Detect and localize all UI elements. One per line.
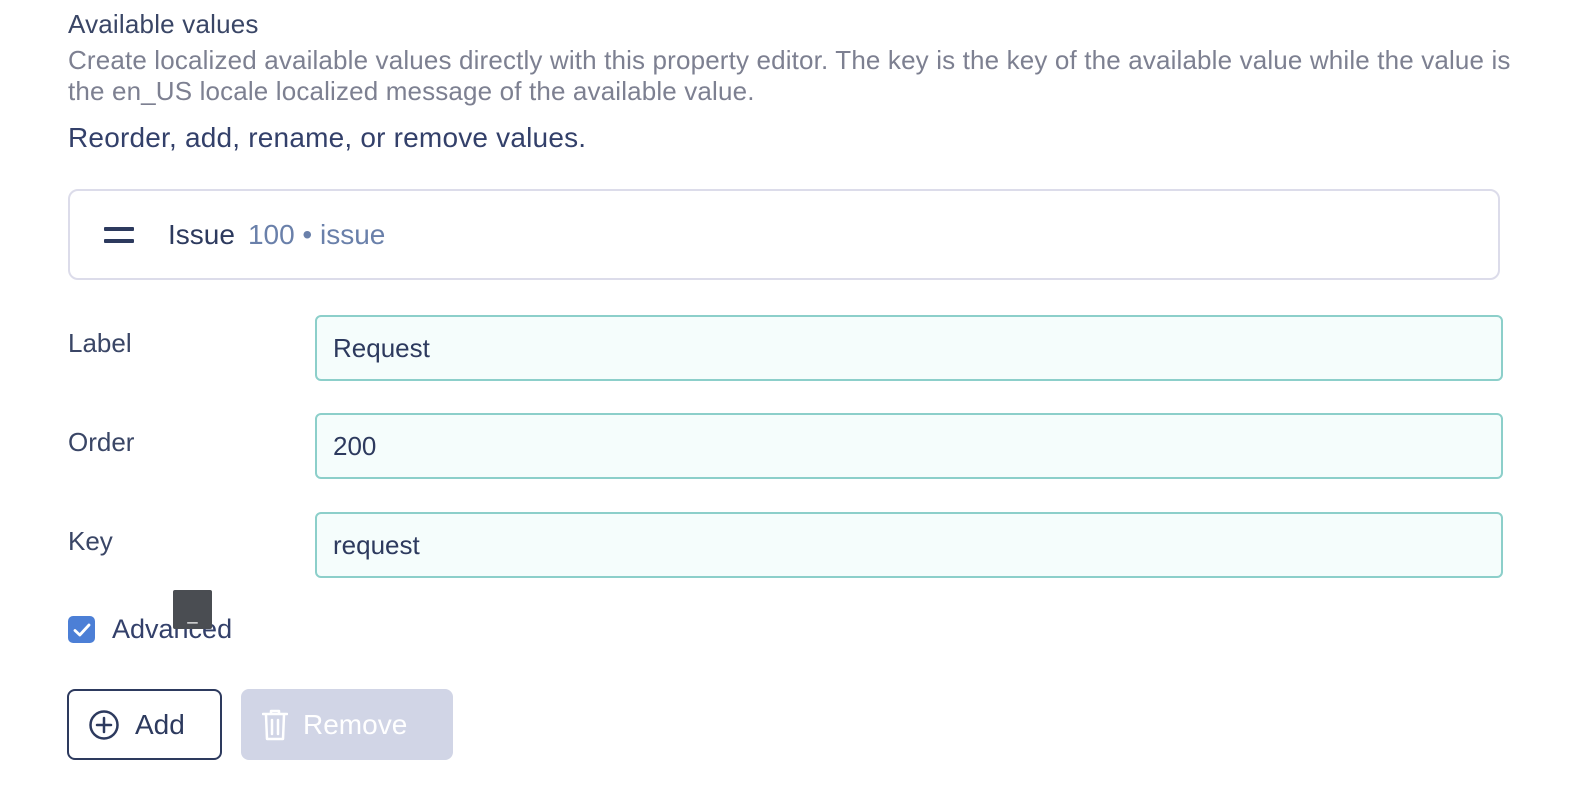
advanced-checkbox[interactable] <box>68 616 95 643</box>
value-item-label: Issue <box>168 218 235 250</box>
available-value-item[interactable]: Issue 100 • issue <box>68 189 1500 280</box>
plus-circle-icon <box>88 709 120 741</box>
section-title: Available values <box>68 9 259 39</box>
drag-handle-icon[interactable] <box>104 226 134 243</box>
key-input[interactable] <box>315 512 1503 578</box>
order-input[interactable] <box>315 413 1503 479</box>
checkmark-icon <box>73 623 90 636</box>
section-description: Create localized available values direct… <box>68 45 1511 106</box>
trash-icon <box>262 709 288 741</box>
remove-button-label: Remove <box>303 708 408 740</box>
available-values-editor: Available values Create localized availa… <box>0 0 1590 788</box>
label-field-label: Label <box>68 328 132 358</box>
add-button[interactable]: Add <box>67 689 222 760</box>
key-field-label: Key <box>68 526 113 556</box>
add-button-label: Add <box>135 708 185 740</box>
value-item-meta: 100 • issue <box>247 218 386 250</box>
tooltip-chip: _ <box>173 590 212 629</box>
order-field-label: Order <box>68 427 135 457</box>
label-input[interactable] <box>315 315 1503 381</box>
instructions-text: Reorder, add, rename, or remove values. <box>68 122 587 153</box>
remove-button[interactable]: Remove <box>241 689 453 760</box>
